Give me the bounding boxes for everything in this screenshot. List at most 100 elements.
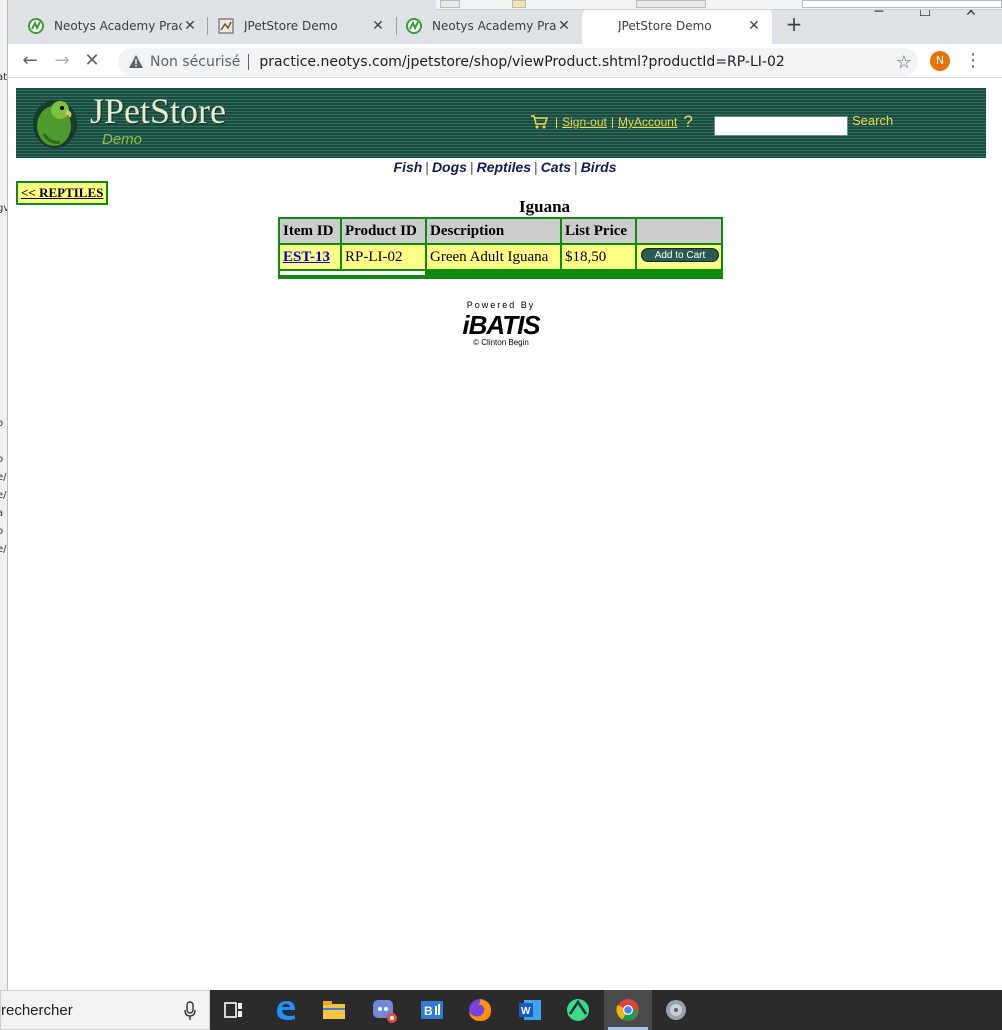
category-link-fish[interactable]: Fish [394, 159, 423, 175]
header-menu: | Sign-out | MyAccount ? [530, 112, 693, 132]
category-link-birds[interactable]: Birds [581, 159, 617, 175]
media-app-icon[interactable] [662, 996, 690, 1024]
neotys-icon [28, 18, 44, 34]
loading-icon [592, 18, 608, 34]
close-tab-icon[interactable]: ✕ [746, 18, 762, 34]
firefox-icon[interactable] [466, 996, 494, 1024]
search-button[interactable]: Search [852, 113, 893, 128]
windows-taskbar: rechercher B W [0, 990, 1002, 1030]
close-tab-icon[interactable]: ✕ [556, 18, 572, 34]
chrome-icon[interactable] [614, 996, 642, 1024]
svg-text:W: W [521, 1006, 531, 1017]
category-link-cats[interactable]: Cats [541, 159, 571, 175]
column-header-description: Description [427, 219, 560, 243]
jpetstore-page-icon [218, 18, 234, 34]
back-to-category-button[interactable]: << REPTILES [16, 181, 109, 205]
help-icon[interactable]: ? [683, 112, 692, 132]
edge-icon[interactable] [272, 996, 300, 1024]
browser-window: Neotys Academy Practi ✕ JPetStore Demo ✕… [8, 0, 1002, 990]
header-banner: JPetStore Demo | Sign-out | MyAccount ? … [16, 88, 986, 158]
item-id-link[interactable]: EST-13 [283, 249, 330, 265]
sign-out-link[interactable]: Sign-out [562, 115, 607, 129]
task-view-icon[interactable] [220, 996, 248, 1024]
table-row-cell-item-id: EST-13 [280, 245, 340, 269]
overlap-chip [802, 0, 1002, 8]
browser-menu-icon[interactable]: ⋮ [964, 48, 982, 74]
background-text: o [0, 526, 3, 537]
overlap-chip [512, 0, 526, 8]
category-separator: | [574, 159, 578, 175]
overlap-chip [636, 0, 706, 8]
my-account-link[interactable]: MyAccount [618, 115, 677, 129]
overlapping-window-edge [436, 0, 1002, 10]
parrot-logo-icon[interactable] [30, 94, 80, 150]
background-window-edge: at gv o o e/ e/ a li o e/ [0, 0, 8, 990]
column-header-action [637, 219, 721, 243]
menu-separator: | [555, 115, 559, 129]
search-input[interactable] [714, 116, 848, 136]
bi-icon[interactable]: B [418, 996, 446, 1024]
back-button[interactable]: ← [16, 48, 44, 74]
tab-title: Neotys Academy Practi [432, 19, 556, 33]
close-tab-icon[interactable]: ✕ [182, 18, 198, 34]
taskbar-search-text: rechercher [1, 1002, 73, 1019]
profile-avatar[interactable]: N [930, 51, 950, 71]
security-status: Non sécurisé [150, 54, 241, 70]
background-text: gv [0, 203, 7, 214]
table-row-cell-product-id: RP-LI-02 [342, 245, 425, 269]
close-tab-icon[interactable]: ✕ [370, 18, 386, 34]
tab-jpetstore-active[interactable]: JPetStore Demo ✕ [582, 8, 772, 44]
category-separator: | [425, 159, 429, 175]
table-row-cell-price: $18,50 [562, 245, 635, 269]
svg-text:B: B [424, 1004, 433, 1018]
forward-button[interactable]: → [48, 48, 76, 74]
items-table: Item ID Product ID Description List Pric… [278, 217, 723, 279]
bookmark-star-icon[interactable]: ☆ [896, 52, 912, 73]
browser-toolbar: ← → ✕ Non sécurisé practice.neotys.com/j… [8, 44, 1002, 78]
web-page: JPetStore Demo | Sign-out | MyAccount ? … [8, 79, 1002, 990]
tab-jpetstore-1[interactable]: JPetStore Demo ✕ [208, 8, 396, 44]
menu-separator: | [610, 115, 614, 129]
background-text: a li [0, 508, 7, 519]
tab-title: Neotys Academy Practi [54, 19, 182, 33]
discord-icon[interactable] [370, 996, 398, 1024]
product-title: Iguana [519, 197, 571, 216]
overlap-chip [440, 0, 460, 8]
cart-icon[interactable] [530, 115, 548, 129]
neotys-icon [406, 18, 422, 34]
stop-loading-button[interactable]: ✕ [78, 48, 106, 74]
category-separator: | [534, 159, 538, 175]
new-tab-button[interactable]: + [782, 13, 806, 37]
category-link-reptiles[interactable]: Reptiles [477, 159, 531, 175]
background-text: e/ [0, 490, 7, 501]
taskbar-search-box[interactable]: rechercher [0, 990, 210, 1030]
site-logo-subtitle: Demo [102, 131, 143, 148]
microphone-icon[interactable] [183, 1001, 197, 1021]
url-text[interactable]: practice.neotys.com/jpetstore/shop/viewP… [259, 54, 784, 70]
category-links: Fish | Dogs | Reptiles | Cats | Birds [8, 159, 1002, 175]
address-separator [248, 54, 250, 70]
tab-title: JPetStore Demo [618, 19, 712, 33]
tab-neotys-2[interactable]: Neotys Academy Practi ✕ [396, 8, 582, 44]
background-text: e/ [0, 472, 7, 483]
background-text: at [0, 72, 8, 83]
category-link-dogs[interactable]: Dogs [432, 159, 467, 175]
table-footer [280, 271, 425, 275]
column-header-item-id: Item ID [280, 219, 340, 243]
tab-title: JPetStore Demo [244, 19, 338, 33]
category-separator: | [469, 159, 474, 175]
add-to-cart-button[interactable]: Add to Cart [641, 248, 719, 262]
site-logo-title: JPetStore [90, 91, 227, 131]
column-header-product-id: Product ID [342, 219, 425, 243]
background-text: e/ [0, 544, 7, 555]
ibatis-brand: iBATIS [462, 310, 540, 340]
file-explorer-icon[interactable] [320, 996, 348, 1024]
ibatis-logo[interactable]: Powered By iBATIS © Clinton Begin [446, 300, 556, 356]
table-row-cell-description: Green Adult Iguana [427, 245, 560, 269]
word-icon[interactable]: W [516, 996, 544, 1024]
android-studio-icon[interactable] [564, 996, 592, 1024]
address-bar[interactable]: Non sécurisé practice.neotys.com/jpetsto… [118, 48, 918, 76]
tab-neotys-1[interactable]: Neotys Academy Practi ✕ [18, 8, 208, 44]
warning-icon [129, 55, 143, 68]
background-text: o [0, 454, 3, 465]
